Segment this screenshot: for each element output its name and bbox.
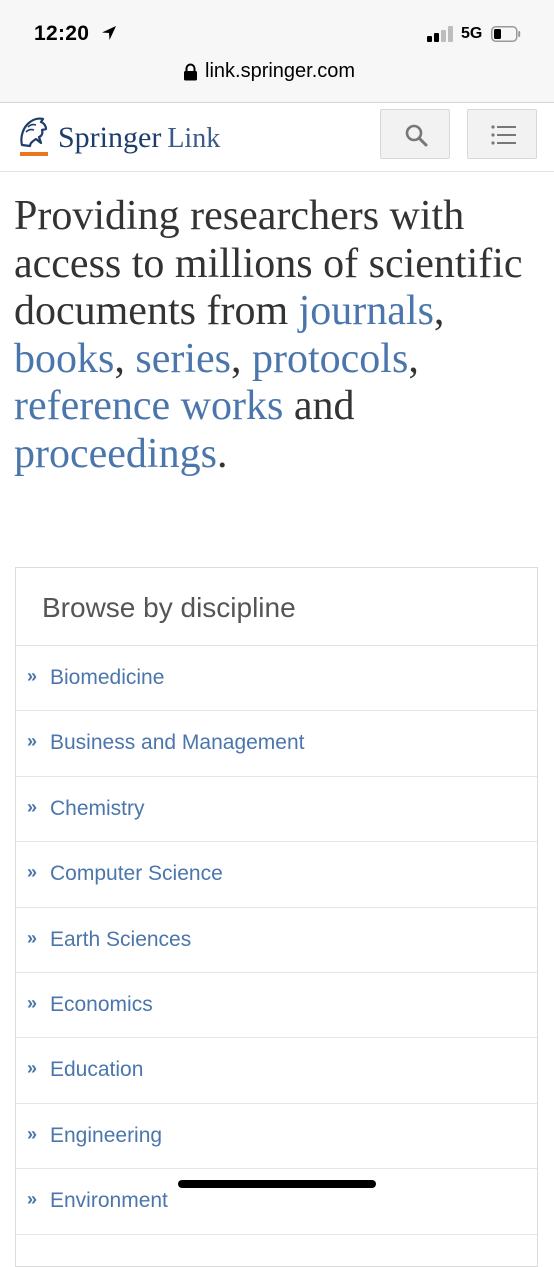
discipline-label[interactable]: Chemistry (50, 797, 145, 821)
lock-icon (184, 63, 197, 81)
battery-icon (491, 26, 521, 42)
logo-primary: Springer (58, 121, 162, 154)
hero-text: Providing researchers with access to mil… (14, 193, 534, 478)
discipline-label[interactable]: Biomedicine (50, 666, 164, 690)
link-proceedings[interactable]: proceedings (14, 431, 217, 477)
search-button[interactable] (380, 109, 450, 159)
springer-link-logo[interactable]: Springer Link (16, 115, 256, 161)
site-header: Springer Link (0, 103, 554, 172)
status-bar: 12:20 5G (0, 0, 554, 56)
discipline-label[interactable]: Environment (50, 1189, 168, 1213)
location-arrow-icon (102, 26, 116, 40)
discipline-label[interactable]: Computer Science (50, 862, 223, 886)
bullet-icon: » (27, 666, 38, 686)
bullet-icon: » (27, 992, 38, 1013)
bullet-icon: » (27, 927, 38, 948)
discipline-label[interactable]: Economics (50, 993, 153, 1017)
hero-period: . (216, 430, 228, 477)
logo-secondary: Link (167, 123, 221, 154)
discipline-item-economics[interactable]: » Economics (16, 973, 537, 1039)
logo-wordmark: Springer Link (58, 121, 220, 155)
menu-list-icon (491, 125, 516, 145)
bullet-icon: » (27, 862, 38, 883)
search-icon (405, 124, 428, 147)
discipline-item-earth-sciences[interactable]: » Earth Sciences (16, 908, 537, 973)
hero-separator: , (114, 335, 136, 382)
bullet-icon: » (27, 796, 38, 817)
discipline-item-engineering[interactable]: » Engineering (16, 1104, 537, 1170)
address-bar[interactable]: link.springer.com (0, 56, 554, 103)
status-time: 12:20 (34, 22, 90, 45)
discipline-label[interactable]: Engineering (50, 1124, 162, 1148)
link-series[interactable]: series (135, 336, 231, 382)
link-protocols[interactable]: protocols (252, 336, 408, 382)
menu-button[interactable] (467, 109, 537, 159)
discipline-list: » Biomedicine » Business and Management » C… (16, 646, 537, 1235)
link-books[interactable]: books (14, 336, 114, 382)
discipline-label[interactable]: Business and Management (50, 731, 305, 755)
link-reference-works[interactable]: reference works (14, 383, 283, 429)
hero-intro: Providing researchers with access to mil… (14, 193, 523, 334)
hero-separator: , (433, 288, 445, 334)
hero-separator: , (231, 335, 252, 382)
discipline-item-environment[interactable]: » Environment (16, 1169, 537, 1235)
home-indicator[interactable] (178, 1180, 376, 1188)
discipline-item-business-and-management[interactable]: » Business and Management (16, 711, 537, 777)
network-type: 5G (461, 25, 483, 42)
hero-and: and (283, 383, 355, 429)
browse-by-discipline-panel: Browse by discipline » Biomedicine » Busin… (15, 567, 538, 1267)
link-journals[interactable]: journals (299, 288, 434, 334)
discipline-item-education[interactable]: » Education (16, 1038, 537, 1104)
bullet-icon: » (27, 1123, 38, 1144)
hero-separator: , (408, 335, 419, 382)
bullet-icon: » (27, 1058, 38, 1079)
bullet-icon: » (27, 731, 38, 752)
discipline-label[interactable]: Earth Sciences (50, 928, 191, 952)
discipline-item-computer-science[interactable]: » Computer Science (16, 842, 537, 908)
browse-title: Browse by discipline (16, 568, 537, 646)
url-text[interactable]: link.springer.com (205, 60, 355, 83)
discipline-item-biomedicine[interactable]: » Biomedicine (16, 646, 537, 712)
discipline-item-chemistry[interactable]: » Chemistry (16, 777, 537, 843)
discipline-label[interactable]: Education (50, 1058, 143, 1082)
signal-bars-icon (427, 26, 455, 42)
springer-horse-icon (20, 117, 48, 156)
